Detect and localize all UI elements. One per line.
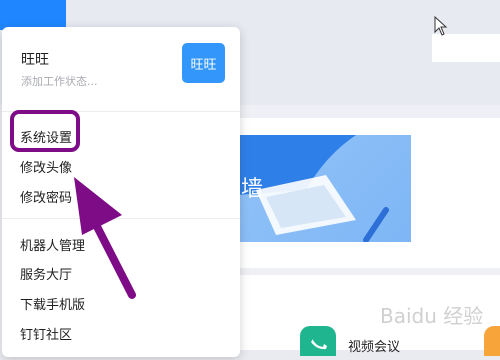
annotation-arrow-icon xyxy=(74,177,136,299)
mouse-cursor-icon xyxy=(434,16,448,36)
header-panel xyxy=(432,34,500,62)
banner-text: 墙 xyxy=(241,177,264,202)
avatar-text: 旺旺 xyxy=(190,57,217,73)
app-shortcut-icon[interactable] xyxy=(484,326,500,356)
video-conference-icon[interactable] xyxy=(300,326,336,356)
menu-item-dingtalk-community[interactable]: 钉钉社区 xyxy=(20,324,72,343)
menu-item-service-hall[interactable]: 服务大厅 xyxy=(20,264,72,283)
promo-banner[interactable]: 墙 xyxy=(236,135,411,242)
avatar[interactable]: 旺旺 xyxy=(182,43,225,83)
video-conference-label[interactable]: 视频会议 xyxy=(348,336,400,355)
watermark: Baidu 经验 xyxy=(380,304,484,328)
user-name: 旺旺 xyxy=(21,52,49,68)
menu-item-change-password[interactable]: 修改密码 xyxy=(20,187,72,206)
app-logo-area xyxy=(0,0,66,30)
highlight-box xyxy=(10,110,80,152)
work-status-input[interactable]: 添加工作状态... xyxy=(21,73,98,89)
menu-item-change-avatar[interactable]: 修改头像 xyxy=(20,157,72,176)
